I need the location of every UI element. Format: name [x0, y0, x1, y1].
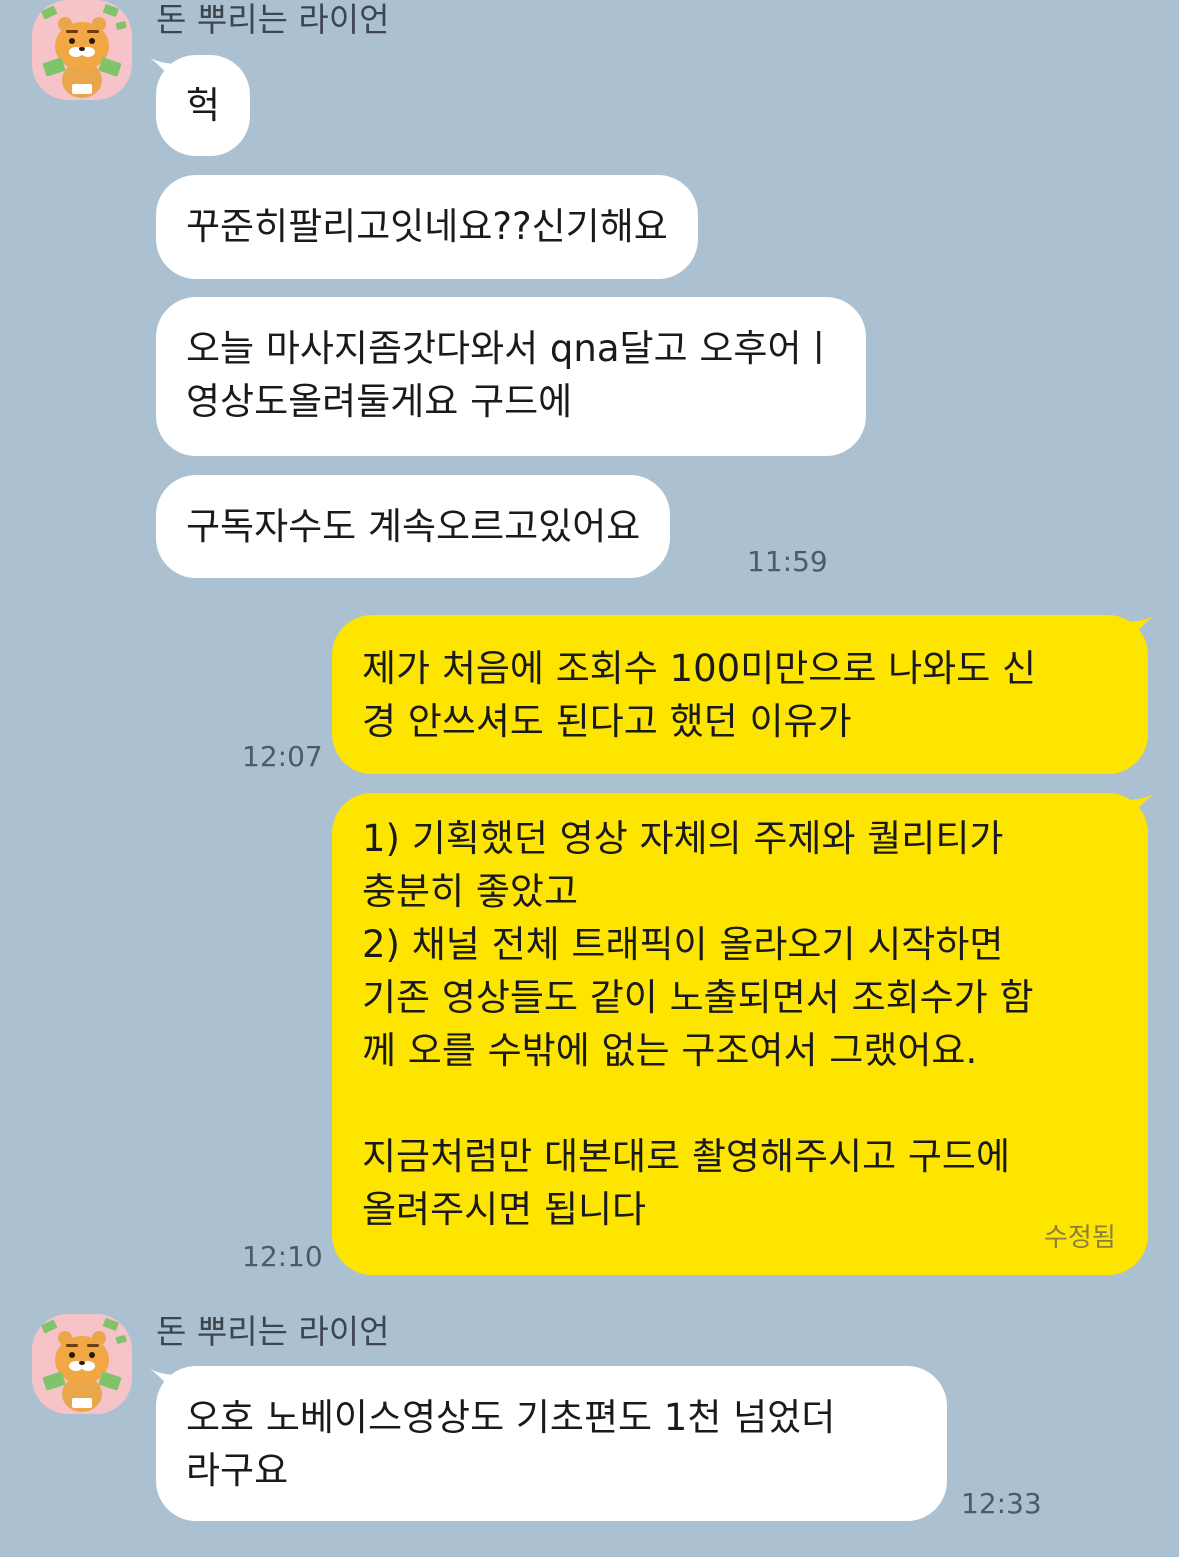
sender-name: 돈 뿌리는 라이언 — [156, 1312, 390, 1351]
outgoing-message[interactable]: 제가 처음에 조회수 100미만으로 나와도 신 경 안쓰셔도 된다고 했던 이… — [332, 615, 1148, 774]
incoming-message[interactable]: 헉 — [156, 55, 251, 156]
incoming-message[interactable]: 오늘 마사지좀갓다와서 qna달고 오후어ㅣ 영상도올려둘게요 구드에 — [156, 297, 866, 456]
incoming-message[interactable]: 꾸준히팔리고잇네요??신기해요 — [156, 175, 698, 279]
incoming-message[interactable]: 오호 노베이스영상도 기초편도 1천 넘었더 라구요 — [156, 1366, 947, 1521]
message-time: 12:07 — [242, 740, 323, 773]
incoming-message[interactable]: 구독자수도 계속오르고있어요 — [156, 475, 671, 578]
message-time: 12:33 — [961, 1487, 1042, 1520]
ryan-money-avatar-icon — [41, 1318, 127, 1412]
message-time: 11:59 — [747, 545, 828, 578]
message-time: 12:10 — [242, 1240, 323, 1273]
outgoing-message[interactable]: 1) 기획했던 영상 자체의 주제와 퀄리티가 충분히 좋았고 2) 채널 전체… — [332, 793, 1148, 1275]
ryan-money-avatar-icon — [41, 4, 127, 98]
sender-avatar[interactable] — [32, 1314, 132, 1414]
sender-avatar[interactable] — [32, 0, 132, 100]
edited-label: 수정됨 — [1044, 1223, 1116, 1253]
sender-name: 돈 뿌리는 라이언 — [156, 0, 390, 39]
